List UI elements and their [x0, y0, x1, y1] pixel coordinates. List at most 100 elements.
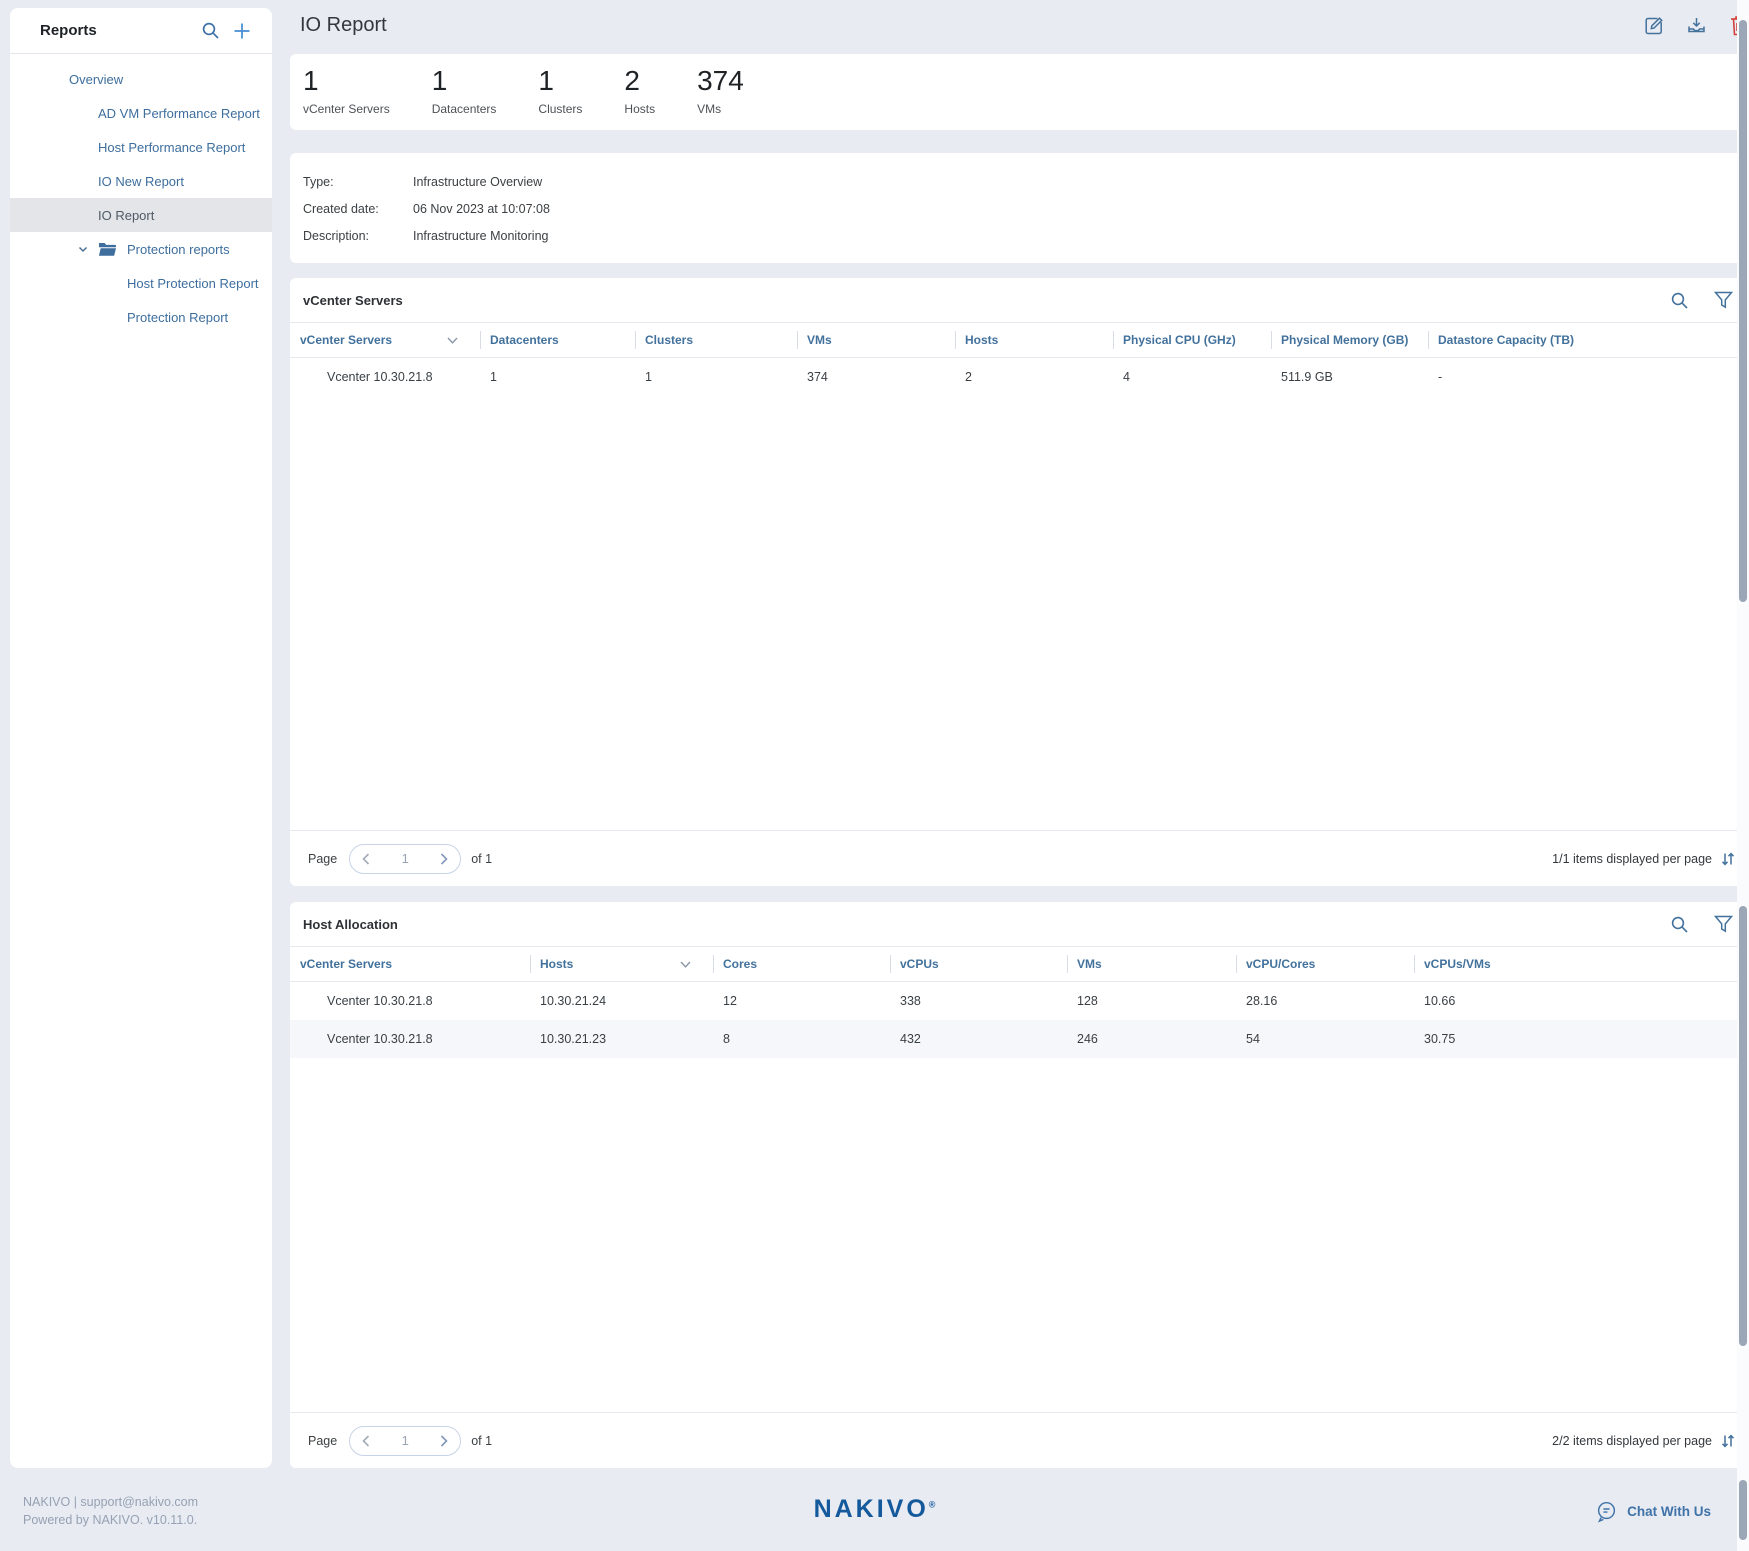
page-next-icon[interactable]	[440, 1435, 448, 1447]
table-filter-icon[interactable]	[1714, 915, 1733, 933]
stat-label: Datacenters	[432, 102, 497, 116]
table-cell: Vcenter 10.30.21.8	[290, 994, 530, 1008]
column-header-physical-cpu-ghz[interactable]: Physical CPU (GHz)	[1113, 323, 1271, 357]
sort-chevron-icon	[680, 961, 691, 968]
edit-report-icon[interactable]	[1643, 15, 1664, 36]
items-per-page-label: 2/2 items displayed per page	[1552, 1434, 1712, 1448]
table-cell: 8	[713, 1032, 890, 1046]
chat-label: Chat With Us	[1627, 1504, 1711, 1519]
table-row[interactable]: Vcenter 10.30.21.810.30.21.241233812828.…	[290, 982, 1749, 1020]
page-prev-icon[interactable]	[362, 853, 370, 865]
chat-with-us-button[interactable]: Chat With Us	[1595, 1500, 1711, 1523]
column-header-vcpu-cores[interactable]: vCPU/Cores	[1236, 947, 1414, 981]
stat-datacenters: 1Datacenters	[432, 65, 497, 130]
table-header: vCenter ServersHostsCores vCPUs VMs vCPU/Co…	[290, 946, 1749, 982]
stat-value: 374	[697, 65, 744, 97]
detail-row: Created date:06 Nov 2023 at 10:07:08	[303, 195, 1749, 222]
reports-sidebar: Reports OverviewAD VM Performance Report…	[10, 8, 272, 1468]
column-header-label: VMs	[807, 333, 832, 347]
column-header-clusters[interactable]: Clusters	[635, 323, 797, 357]
download-report-icon[interactable]	[1686, 15, 1707, 36]
scrollbar-thumb[interactable]	[1739, 20, 1747, 602]
detail-row: Type:Infrastructure Overview	[303, 168, 1749, 195]
table-filter-icon[interactable]	[1714, 291, 1733, 309]
scrollbar-thumb[interactable]	[1739, 906, 1747, 1346]
search-icon[interactable]	[201, 21, 220, 40]
table-row[interactable]: Vcenter 10.30.21.810.30.21.2384322465430…	[290, 1020, 1749, 1058]
column-header-vms[interactable]: VMs	[1067, 947, 1236, 981]
page-of-label: of 1	[471, 1434, 492, 1448]
stat-vms: 374VMs	[697, 65, 744, 130]
sidebar-item-label: Host Performance Report	[98, 140, 245, 155]
sidebar-item-protection-report[interactable]: Protection Report	[10, 300, 272, 334]
stat-value: 1	[538, 65, 582, 97]
column-header-datastore-capacity-tb[interactable]: Datastore Capacity (TB)	[1428, 323, 1749, 357]
table-body: Vcenter 10.30.21.81137424511.9 GB-	[290, 358, 1749, 830]
detail-label: Type:	[303, 175, 413, 189]
table-cell: 28.16	[1236, 994, 1414, 1008]
column-header-label: VMs	[1077, 957, 1102, 971]
report-list: OverviewAD VM Performance Report Host Per…	[10, 54, 272, 334]
sort-chevron-icon	[447, 337, 458, 344]
sidebar-item-label: IO New Report	[98, 174, 184, 189]
stat-value: 2	[624, 65, 655, 97]
items-per-page-label: 1/1 items displayed per page	[1552, 852, 1712, 866]
scrollbar-thumb[interactable]	[1739, 1480, 1747, 1540]
page-title: IO Report	[300, 14, 387, 37]
table-cell: 1	[635, 370, 797, 384]
column-header-vcenter-servers[interactable]: vCenter Servers	[290, 323, 480, 357]
column-header-label: vCenter Servers	[300, 333, 392, 347]
summary-stats-card: 1vCenter Servers1Datacenters1Clusters2Ho…	[290, 54, 1749, 130]
main-content: IO Report	[283, 0, 1749, 1551]
column-header-vcenter-servers[interactable]: vCenter Servers	[290, 947, 530, 981]
detail-value: Infrastructure Monitoring	[413, 229, 548, 243]
sidebar-item-host-performance-report[interactable]: Host Performance Report	[10, 130, 272, 164]
items-per-page-icon[interactable]	[1721, 851, 1735, 867]
nakivo-logo: NAKIVO®	[814, 1495, 936, 1524]
footer-support-line: NAKIVO | support@nakivo.com	[23, 1493, 198, 1511]
sidebar-item-host-protection-report[interactable]: Host Protection Report	[10, 266, 272, 300]
column-header-physical-memory-gb[interactable]: Physical Memory (GB)	[1271, 323, 1428, 357]
pager-control: 1	[349, 844, 461, 874]
items-per-page-icon[interactable]	[1721, 1433, 1735, 1449]
column-header-vms[interactable]: VMs	[797, 323, 955, 357]
add-report-icon[interactable]	[232, 21, 252, 41]
column-header-label: Physical Memory (GB)	[1281, 333, 1408, 347]
column-header-cores[interactable]: Cores	[713, 947, 890, 981]
sidebar-item-overview[interactable]: Overview	[10, 62, 272, 96]
sidebar-item-ad-vm-performance-report[interactable]: AD VM Performance Report	[10, 96, 272, 130]
table-cell: 128	[1067, 994, 1236, 1008]
stat-vcenter-servers: 1vCenter Servers	[303, 65, 390, 130]
page-next-icon[interactable]	[440, 853, 448, 865]
table-cell: 54	[1236, 1032, 1414, 1046]
page-prev-icon[interactable]	[362, 1435, 370, 1447]
column-header-label: Hosts	[965, 333, 998, 347]
column-header-vcpus[interactable]: vCPUs	[890, 947, 1067, 981]
sidebar-item-io-new-report[interactable]: IO New Report	[10, 164, 272, 198]
column-header-vcpus-vms[interactable]: vCPUs/VMs	[1414, 947, 1749, 981]
vcenter-servers-panel: vCenter Servers vCenter ServersDatacente…	[290, 278, 1749, 886]
column-header-label: Datastore Capacity (TB)	[1438, 333, 1574, 347]
sidebar-item-label: IO Report	[98, 208, 154, 223]
column-header-hosts[interactable]: Hosts	[530, 947, 713, 981]
table-search-icon[interactable]	[1670, 291, 1689, 310]
stat-value: 1	[303, 65, 390, 97]
stat-label: Clusters	[538, 102, 582, 116]
column-header-datacenters[interactable]: Datacenters	[480, 323, 635, 357]
table-cell: 338	[890, 994, 1067, 1008]
page-number[interactable]: 1	[402, 1433, 409, 1448]
app-footer: NAKIVO | support@nakivo.com Powered by N…	[0, 1478, 1749, 1551]
column-header-hosts[interactable]: Hosts	[955, 323, 1113, 357]
page-label: Page	[308, 1434, 337, 1448]
table-cell: 2	[955, 370, 1113, 384]
page-number[interactable]: 1	[402, 851, 409, 866]
chevron-down-icon[interactable]	[77, 243, 89, 255]
column-header-label: Datacenters	[490, 333, 559, 347]
table-row[interactable]: Vcenter 10.30.21.81137424511.9 GB-	[290, 358, 1749, 396]
sidebar-item-io-report[interactable]: IO Report	[10, 198, 272, 232]
detail-row: Description:Infrastructure Monitoring	[303, 222, 1749, 249]
column-header-label: vCPUs	[900, 957, 939, 971]
table-cell: 246	[1067, 1032, 1236, 1046]
table-search-icon[interactable]	[1670, 915, 1689, 934]
sidebar-item-protection-reports[interactable]: Protection reports	[10, 232, 272, 266]
